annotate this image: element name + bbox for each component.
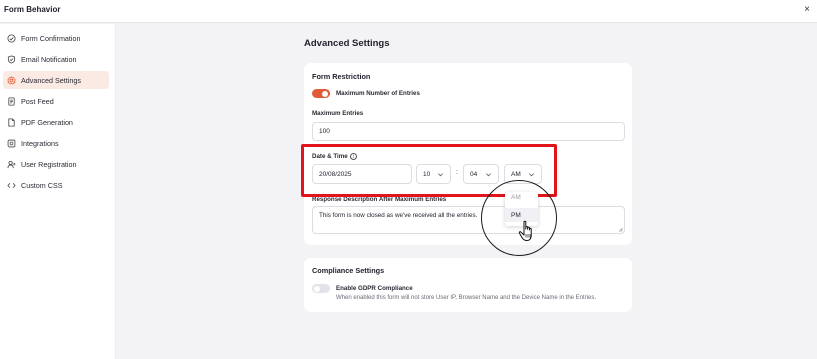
hour-select-value: 10 (423, 170, 431, 178)
max-entries-toggle-label: Maximum Number of Entries (336, 90, 420, 97)
form-restriction-card: Form Restriction Maximum Number of Entri… (304, 63, 632, 245)
hand-cursor-icon (518, 220, 532, 241)
sidebar-item-email-notification[interactable]: Email Notification (3, 50, 109, 68)
sidebar-item-post-feed[interactable]: Post Feed (3, 92, 109, 110)
ampm-select-value: AM (511, 170, 521, 178)
chevron-down-icon (437, 171, 444, 178)
sidebar-item-label: Form Confirmation (21, 33, 81, 43)
code-icon (6, 180, 16, 190)
sidebar-item-label: Advanced Settings (21, 75, 81, 85)
window-title: Form Behavior (4, 5, 61, 14)
close-icon[interactable]: × (804, 4, 810, 16)
integrations-icon (6, 138, 16, 148)
gdpr-help-text: When enabled this form will not store Us… (336, 295, 597, 301)
sidebar-item-custom-css[interactable]: Custom CSS (3, 176, 109, 194)
page-title: Advanced Settings (304, 38, 390, 49)
max-entries-toggle[interactable] (312, 89, 330, 98)
gdpr-toggle[interactable] (312, 284, 330, 293)
max-entries-input[interactable]: 100 (312, 122, 625, 141)
sidebar-item-label: PDF Generation (21, 117, 73, 127)
sidebar-item-pdf-generation[interactable]: PDF Generation (3, 113, 109, 131)
ampm-select[interactable]: AM (504, 164, 542, 184)
shield-check-icon (6, 54, 16, 64)
date-time-label-text: Date & Time (312, 153, 348, 160)
sidebar-item-integrations[interactable]: Integrations (3, 134, 109, 152)
chevron-down-icon (485, 171, 492, 178)
check-circle-icon (6, 33, 16, 43)
minute-select[interactable]: 04 (463, 164, 499, 184)
toggle-knob (314, 285, 320, 292)
info-icon[interactable]: i (349, 153, 357, 160)
form-restriction-title: Form Restriction (312, 72, 371, 81)
date-time-label: Date & Time i (312, 153, 357, 160)
hour-select[interactable]: 10 (416, 164, 451, 184)
sidebar-item-label: Integrations (21, 138, 59, 148)
chevron-down-icon (528, 171, 535, 178)
max-entries-label: Maximum Entries (312, 110, 364, 117)
sidebar-item-label: Post Feed (21, 96, 54, 106)
sidebar-item-label: User Registration (21, 159, 77, 169)
compliance-title: Compliance Settings (312, 266, 385, 275)
file-icon (6, 117, 16, 127)
ampm-option-am[interactable]: AM (505, 192, 538, 203)
gdpr-toggle-label: Enable GDPR Compliance (336, 285, 413, 292)
sidebar-item-advanced-settings[interactable]: Advanced Settings (3, 71, 109, 89)
compliance-card: Compliance Settings Enable GDPR Complian… (304, 258, 632, 312)
sidebar-item-label: Custom CSS (21, 180, 63, 190)
user-plus-icon (6, 159, 16, 169)
time-separator: : (456, 169, 458, 176)
sidebar-item-form-confirmation[interactable]: Form Confirmation (3, 29, 109, 47)
toggle-knob (322, 90, 328, 97)
minute-select-value: 04 (470, 170, 478, 178)
date-input[interactable]: 20/08/2025 (312, 164, 412, 184)
gear-icon (6, 75, 16, 85)
document-icon (6, 96, 16, 106)
sidebar-item-label: Email Notification (21, 54, 77, 64)
sidebar-item-user-registration[interactable]: User Registration (3, 155, 109, 173)
title-bar: Form Behavior × (0, 0, 817, 23)
response-description-textarea[interactable]: This form is now closed as we've receive… (312, 206, 625, 234)
response-description-text: This form is now closed as we've receive… (319, 212, 478, 219)
response-description-label: Response Description After Maximum Entri… (312, 196, 447, 203)
resize-grip-icon[interactable] (618, 227, 623, 232)
sidebar: Form Confirmation Email Notification Adv… (0, 24, 116, 359)
